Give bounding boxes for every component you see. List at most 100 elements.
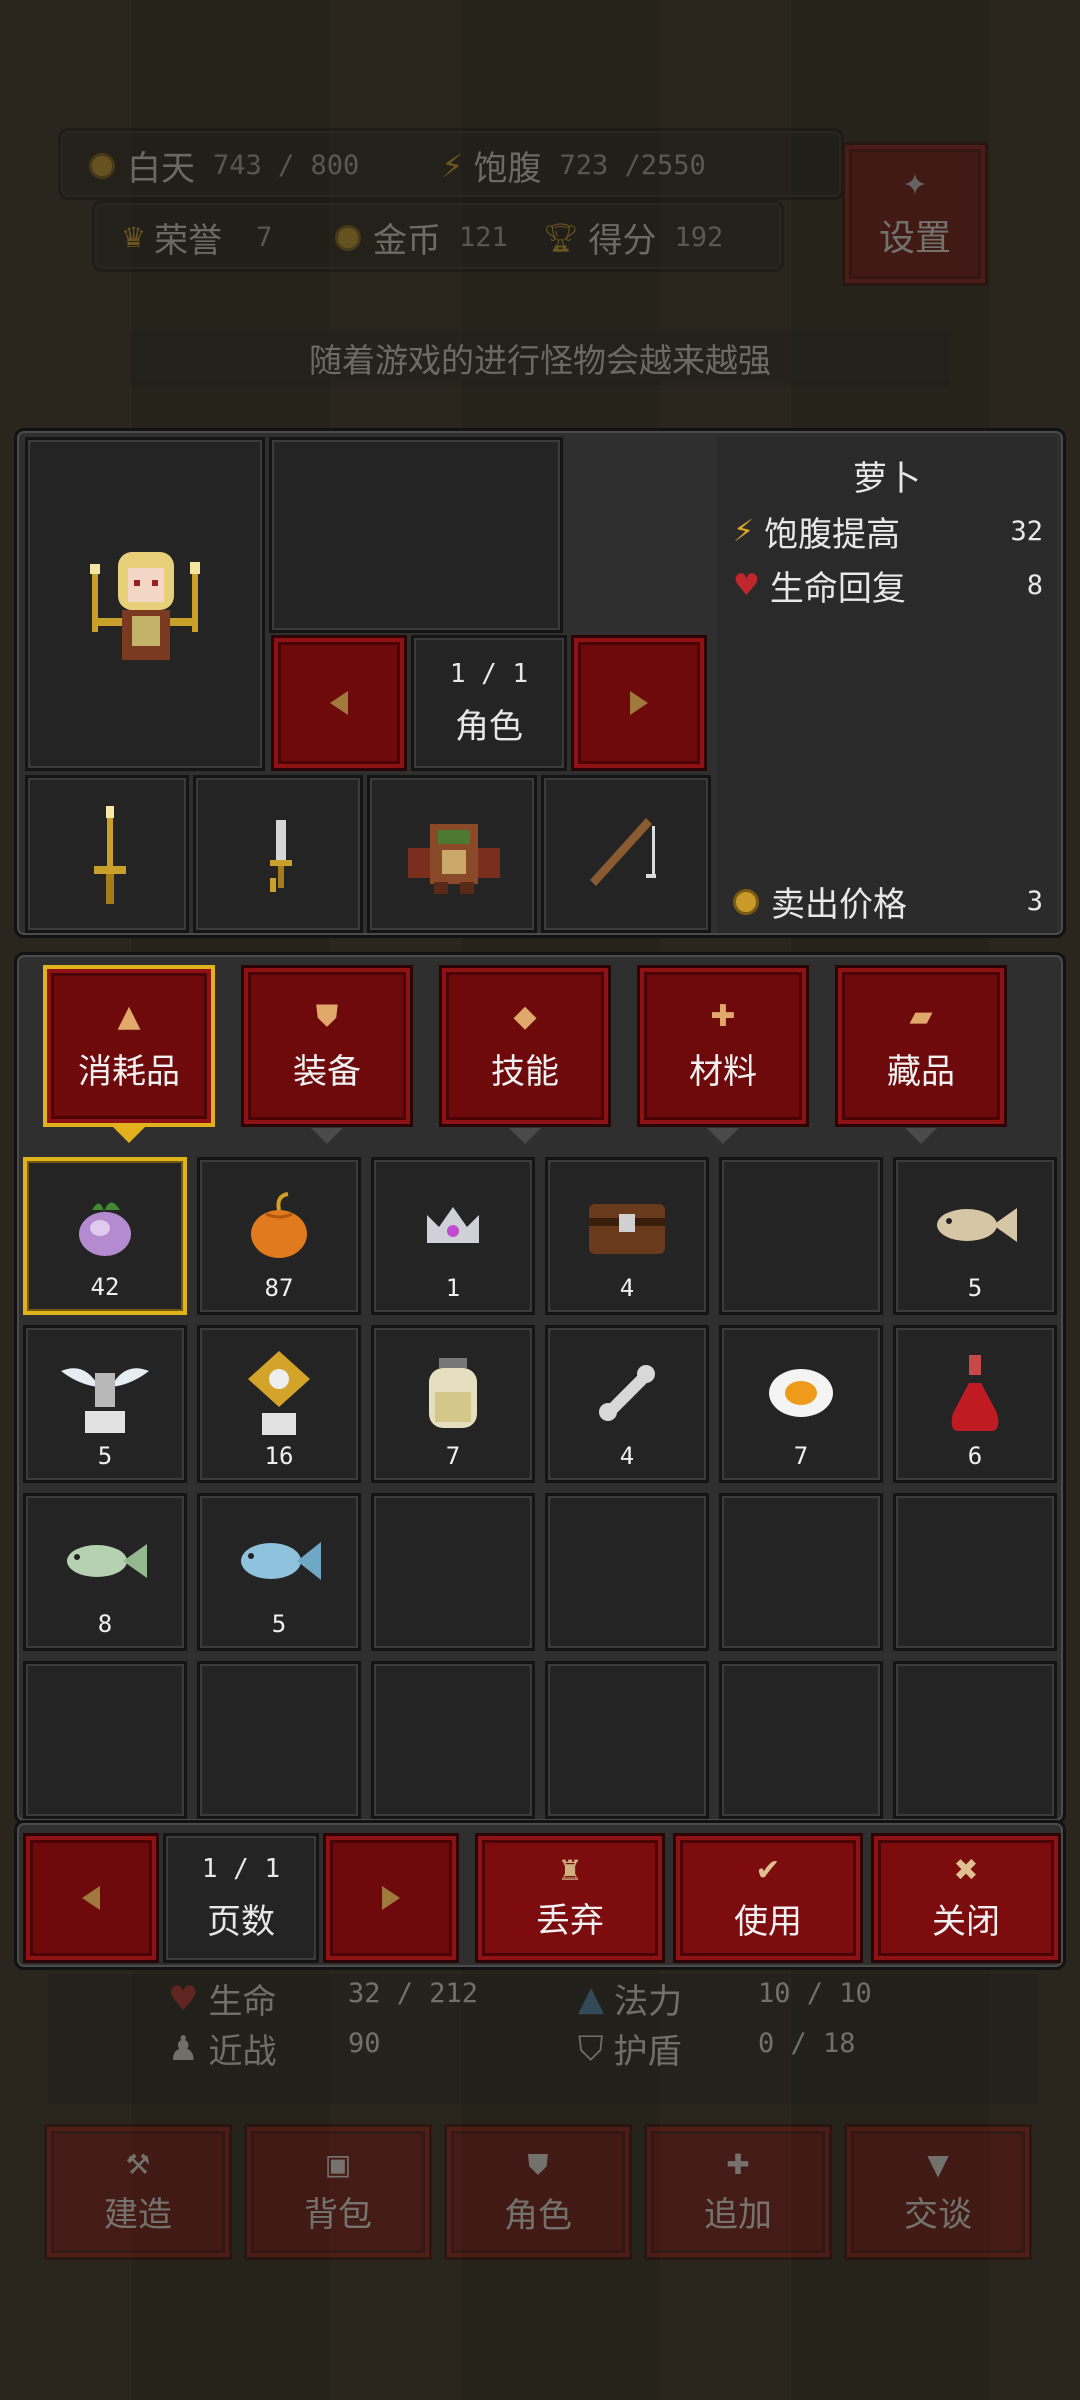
inventory-slot[interactable]: 5 xyxy=(197,1493,361,1651)
inventory-slot[interactable]: 7 xyxy=(719,1325,883,1483)
inventory-slot[interactable] xyxy=(371,1661,535,1819)
page-prev-button[interactable] xyxy=(23,1833,159,1963)
discard-button[interactable]: ♜ 丢弃 xyxy=(475,1833,665,1963)
melee-value: 90 xyxy=(348,2028,381,2059)
item-stat-label: 饱腹提高 xyxy=(764,515,901,555)
nav-label: 背包 xyxy=(304,2195,372,2235)
item-stat-value: 8 xyxy=(1026,570,1043,601)
inventory-slot[interactable] xyxy=(893,1493,1057,1651)
nav-3[interactable]: ✚ 追加 xyxy=(644,2124,832,2260)
character-page-number: 1 / 1 xyxy=(449,658,529,689)
tab-4[interactable]: ▰ 藏品 xyxy=(835,965,1007,1144)
shield-icon: ⛉ xyxy=(578,2028,604,2069)
tab-1[interactable]: ⛊ 装备 xyxy=(241,965,413,1144)
shield-value: 0 / 18 xyxy=(758,2028,856,2059)
tab-pointer xyxy=(707,1128,739,1144)
tab-pointer xyxy=(509,1128,541,1144)
score-value: 192 xyxy=(674,222,724,253)
chest-icon xyxy=(587,1194,667,1260)
equip-slot-4[interactable] xyxy=(541,775,711,933)
nav-label: 角色 xyxy=(504,2195,572,2236)
nav-0[interactable]: ⚒ 建造 xyxy=(44,2124,232,2260)
armor-icon xyxy=(408,824,500,894)
item-count: 1 xyxy=(445,1274,461,1302)
inventory-slot[interactable] xyxy=(719,1157,883,1315)
tab-2[interactable]: ◆ 技能 xyxy=(439,965,611,1144)
item-count: 7 xyxy=(793,1442,809,1470)
item-count: 8 xyxy=(97,1610,113,1638)
item-stat-value: 32 xyxy=(1010,516,1043,547)
bone-icon xyxy=(592,1358,662,1432)
inventory-slot[interactable]: 4 xyxy=(545,1325,709,1483)
inventory-slot[interactable]: 1 xyxy=(371,1157,535,1315)
inventory-slot[interactable] xyxy=(545,1661,709,1819)
use-button[interactable]: ✔ 使用 xyxy=(673,1833,863,1963)
use-label: 使用 xyxy=(734,1902,802,1942)
inventory-slot[interactable]: 16 xyxy=(197,1325,361,1483)
character-page-indicator: 1 / 1 角色 xyxy=(411,635,567,771)
blue-fish-icon xyxy=(235,1534,323,1592)
item-stat-regen: ♥ 生命回复 8 xyxy=(733,561,1043,610)
settings-button[interactable]: ✦ 设置 xyxy=(842,142,988,286)
status-behind: ♥ 生命 32 / 212 ▲ 法力 10 / 10 ♟ 近战 90 ⛉ 护盾 … xyxy=(48,1974,1038,2104)
jar-icon xyxy=(423,1356,483,1434)
fish-bone-icon xyxy=(931,1200,1019,1254)
inventory-slot[interactable]: 6 xyxy=(893,1325,1057,1483)
inventory-slot[interactable] xyxy=(893,1661,1057,1819)
crown-icon xyxy=(423,1203,483,1251)
trophy-icon: 🏆︎ xyxy=(543,221,579,254)
wrench-icon: ✦ xyxy=(902,167,928,203)
scroll-icon: ▰ xyxy=(909,999,933,1034)
close-button[interactable]: ✖ 关闭 xyxy=(871,1833,1061,1963)
nav-2[interactable]: ⛊ 角色 xyxy=(444,2124,632,2260)
inventory-slot[interactable]: 8 xyxy=(23,1493,187,1651)
nav-1[interactable]: ▣ 背包 xyxy=(244,2124,432,2260)
tab-3[interactable]: ✚ 材料 xyxy=(637,965,809,1144)
inventory-slot[interactable] xyxy=(197,1661,361,1819)
inventory-slot[interactable] xyxy=(719,1493,883,1651)
item-count: 4 xyxy=(619,1274,635,1302)
inventory-slot[interactable]: 42 xyxy=(23,1157,187,1315)
equip-slot-3[interactable] xyxy=(367,775,537,933)
tab-label: 消耗品 xyxy=(78,1052,180,1092)
inventory-slot[interactable]: 87 xyxy=(197,1157,361,1315)
tab-0[interactable]: ▲ 消耗品 xyxy=(43,965,215,1143)
inventory-slot[interactable] xyxy=(23,1661,187,1819)
shield-label: 护盾 xyxy=(613,2032,682,2072)
day-value: 743 / 800 xyxy=(213,150,360,181)
character-next-button[interactable] xyxy=(571,635,707,771)
fishing-rod-icon xyxy=(590,818,656,886)
item-count: 5 xyxy=(97,1442,113,1470)
close-label: 关闭 xyxy=(932,1902,1000,1942)
mp-stat: ▲ 法力 10 / 10 xyxy=(578,1974,872,2023)
candle-sword-icon xyxy=(94,806,126,904)
item-name: 萝卜 xyxy=(853,459,921,499)
inventory-controls: 1 / 1 页数 ♜ 丢弃 ✔ 使用 ✖ 关闭 xyxy=(14,1820,1066,1970)
bottom-nav: ⚒ 建造 ▣ 背包 ⛊ 角色 ✚ 追加 ▼ 交谈 xyxy=(44,2124,1040,2264)
inventory-slot[interactable]: 7 xyxy=(371,1325,535,1483)
equip-slot-1[interactable] xyxy=(25,775,189,933)
discard-label: 丢弃 xyxy=(536,1901,604,1941)
tab-label: 装备 xyxy=(293,1052,361,1092)
item-count: 6 xyxy=(967,1442,983,1470)
inventory-slot[interactable]: 4 xyxy=(545,1157,709,1315)
inventory-slot[interactable] xyxy=(371,1493,535,1651)
bag-icon: ▣ xyxy=(324,2148,352,2181)
inventory-slot[interactable]: 5 xyxy=(893,1157,1057,1315)
inventory-slot[interactable] xyxy=(719,1661,883,1819)
nav-4[interactable]: ▼ 交谈 xyxy=(844,2124,1032,2260)
item-stat-hunger: ⚡ 饱腹提高 32 xyxy=(733,507,1043,556)
dagger-icon xyxy=(270,820,292,892)
character-info-box xyxy=(269,437,563,633)
inventory-slot[interactable]: 5 xyxy=(23,1325,187,1483)
fried-egg-icon xyxy=(766,1366,836,1424)
gold-coin-icon xyxy=(733,888,759,915)
page-next-button[interactable] xyxy=(323,1833,459,1963)
score-stat: 🏆︎ 得分 192 xyxy=(543,213,723,262)
character-prev-button[interactable] xyxy=(271,635,407,771)
inventory-slot[interactable] xyxy=(545,1493,709,1651)
chat-icon: ▼ xyxy=(927,2148,949,2181)
hunger-stat: ⚡ 饱腹 723 /2550 xyxy=(441,141,706,190)
equip-slot-2[interactable] xyxy=(193,775,363,933)
hud-bar-top: 白天 743 / 800 ⚡ 饱腹 723 /2550 xyxy=(58,128,844,200)
